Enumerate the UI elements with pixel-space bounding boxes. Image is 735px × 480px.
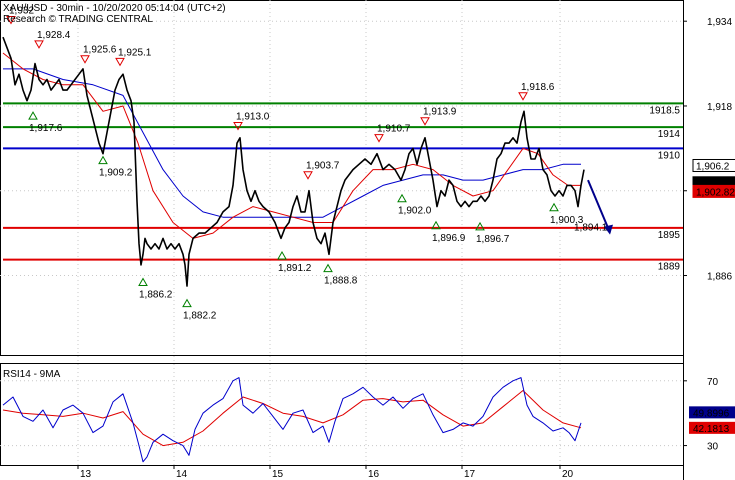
- low-marker-icon: [182, 298, 192, 308]
- low-label: 1,902.0: [398, 206, 432, 217]
- level-label-1918.5: 1918.5: [649, 105, 680, 116]
- rsi-tag-label: 49.8996: [693, 408, 730, 419]
- low-marker-icon: [323, 263, 333, 273]
- rsi-tag-label: 42.1813: [693, 424, 730, 435]
- low-label: 1,888.8: [324, 276, 358, 287]
- x-tick-label: 15: [272, 469, 284, 480]
- high-label: 1,910.7: [377, 124, 411, 135]
- level-label-1895: 1895: [658, 230, 681, 241]
- low-marker-icon: [549, 202, 559, 212]
- high-marker-icon: [34, 40, 44, 49]
- high-label: 1,925.1: [118, 47, 152, 58]
- low-marker-icon: [138, 277, 148, 286]
- high-marker-icon: [518, 92, 528, 101]
- high-marker-icon: [420, 117, 430, 126]
- chart-root: 1314151617201,9341,9181,9021,88670301918…: [0, 0, 735, 480]
- high-marker-icon: [115, 57, 125, 67]
- chart-title: XAU/USD - 30min - 10/20/2020 05:14:04 (U…: [3, 3, 226, 14]
- low-label: 1,917.6: [29, 123, 63, 134]
- x-tick-label: 17: [464, 469, 476, 480]
- rsi-tick-label: 70: [707, 377, 719, 388]
- low-marker-icon: [397, 193, 407, 203]
- low-label: 1,896.9: [432, 233, 466, 244]
- slow-ma-line: [3, 68, 581, 218]
- rsi-tick-label: 30: [707, 442, 719, 453]
- rsi-panel-frame: [0, 363, 684, 466]
- high-label: 1,903.7: [306, 161, 340, 172]
- low-marker-icon: [98, 155, 108, 165]
- price-chart-svg: 1314151617201,9341,9181,9021,88670301918…: [0, 0, 735, 480]
- high-marker-icon: [374, 134, 384, 143]
- x-tick-label: 16: [368, 469, 380, 480]
- projection-label: 1,894.1: [574, 223, 608, 234]
- high-label: 1,928.4: [37, 30, 71, 41]
- x-tick-label: 20: [562, 469, 574, 480]
- x-tick-label: 14: [176, 469, 188, 480]
- level-label-1914: 1914: [658, 129, 681, 140]
- level-label-1910: 1910: [658, 150, 681, 161]
- low-marker-icon: [28, 111, 38, 120]
- level-label-1889: 1889: [658, 262, 681, 273]
- x-tick-label: 13: [80, 469, 92, 480]
- high-marker-icon: [233, 121, 243, 131]
- rsi-title: RSI14 - 9MA: [3, 369, 61, 380]
- high-label: 1,913.0: [236, 111, 270, 122]
- rsi-line: [2, 377, 582, 463]
- high-label: 1,918.6: [521, 82, 555, 93]
- chart-source: Research © TRADING CENTRAL: [3, 14, 153, 25]
- high-label: 1,913.9: [423, 107, 457, 118]
- rsi-ma-line: [2, 390, 582, 447]
- low-label: 1,882.2: [183, 311, 217, 322]
- y-tick-label: 1,918: [707, 102, 732, 113]
- y-tick-label: 1,934: [707, 17, 732, 28]
- price-tag-label: 1,902.82: [696, 187, 735, 198]
- high-marker-icon: [303, 171, 313, 180]
- low-marker-icon: [277, 250, 287, 260]
- low-label: 1,886.2: [139, 289, 173, 300]
- high-marker-icon: [80, 55, 90, 64]
- price-line: [2, 36, 585, 287]
- price-tag-label: 1,906.2: [696, 161, 730, 172]
- y-tick-label: 1,886: [707, 272, 732, 283]
- high-label: 1,925.6: [83, 45, 117, 56]
- low-label: 1,891.2: [278, 263, 312, 274]
- low-label: 1,896.7: [476, 234, 510, 245]
- low-label: 1,909.2: [99, 168, 133, 179]
